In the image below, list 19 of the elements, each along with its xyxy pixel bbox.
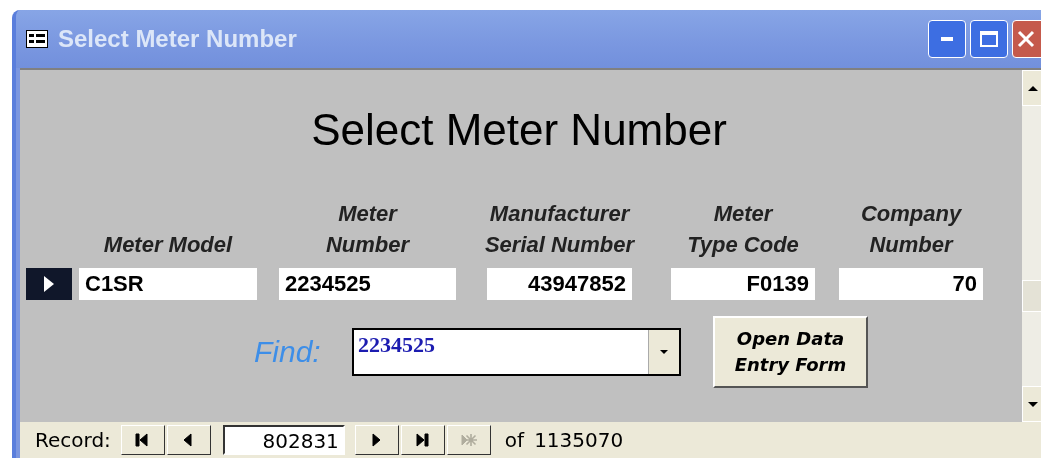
field-label: Meter Model (103, 231, 233, 259)
open-form-button[interactable]: Open Data Entry Form (713, 316, 868, 388)
record-number-field[interactable]: 802831 (222, 425, 345, 455)
text-field[interactable]: C1SR (79, 268, 257, 300)
find-combo-box[interactable]: 2234525 (352, 328, 681, 376)
field-label: Company Number (860, 200, 962, 259)
text-field[interactable]: 70 (839, 268, 983, 300)
form-heading: Select Meter Number (310, 104, 728, 156)
of-label: of (504, 428, 525, 452)
field-label: Meter Type Code (687, 200, 799, 259)
find-label: Find: (254, 335, 322, 369)
window-title: Select Meter Number (58, 25, 298, 53)
text-field[interactable]: 43947852 (487, 268, 632, 300)
record-label: Record: (35, 428, 111, 452)
text-field[interactable]: F0139 (671, 268, 815, 300)
field-label: Manufacturer Serial Number (484, 200, 635, 259)
text-field[interactable]: 2234525 (279, 268, 456, 300)
field-label: Meter Number (325, 200, 410, 259)
record-count: 1135070 (534, 428, 624, 452)
